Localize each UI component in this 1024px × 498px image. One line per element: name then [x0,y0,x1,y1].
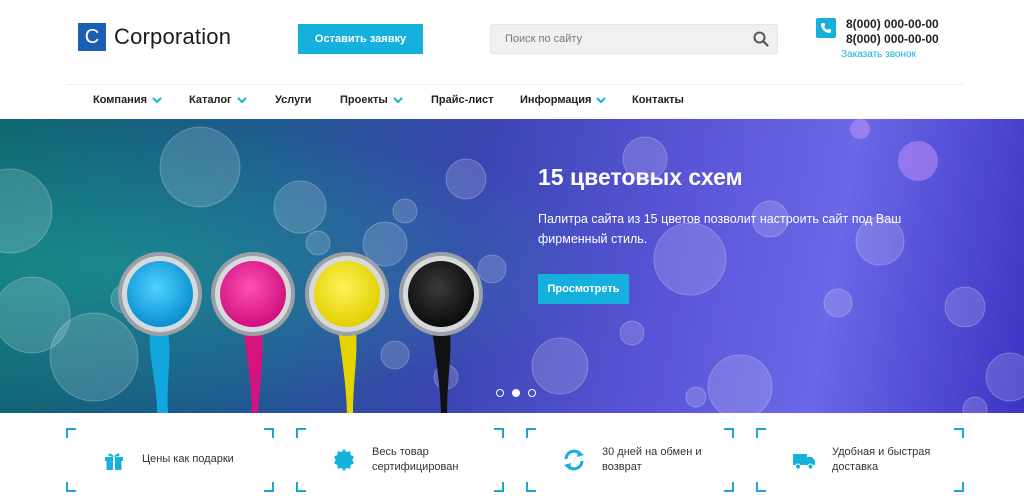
frame-corner [66,428,76,438]
phone-number[interactable]: 8(000) 000-00-00 [846,17,939,32]
view-button[interactable]: Просмотреть [538,274,629,304]
phone-number[interactable]: 8(000) 000-00-00 [846,32,939,47]
nav-item-catalog[interactable]: Каталог [189,94,247,106]
frame-corner [724,482,734,492]
slider-dot-active[interactable] [512,389,520,397]
nav-item-label: Каталог [189,94,232,106]
frame-corner [756,482,766,492]
nav-item-pricelist[interactable]: Прайс-лист [431,94,494,106]
frame-corner [724,428,734,438]
frame-corner [954,482,964,492]
logo-text: Corporation [114,24,232,49]
certificate-icon [334,449,354,471]
nav-item-label: Контакты [632,94,684,106]
nav-item-services[interactable]: Услуги [275,94,312,106]
hero-slider: 15 цветовых схем Палитра сайта из 15 цве… [0,119,1024,413]
feature-item: 30 дней на обмен и возврат [526,428,734,492]
truck-icon [793,454,815,470]
frame-corner [296,428,306,438]
hero-title: 15 цветовых схем [538,164,743,190]
frame-corner [954,428,964,438]
slider-dots [496,389,536,397]
search-icon[interactable] [753,31,769,47]
frame-corner [526,428,536,438]
chevron-down-icon [236,97,247,103]
frame-corner [756,428,766,438]
search-box [490,24,778,54]
gift-icon [105,453,123,470]
refresh-icon [564,449,584,471]
chevron-down-icon [393,97,403,103]
nav-item-label: Проекты [340,94,388,106]
nav-item-label: Информация [520,94,592,106]
phone-icon [816,18,836,38]
callback-link[interactable]: Заказать звонок [841,49,916,60]
slider-dot[interactable] [528,389,536,397]
nav-item-projects[interactable]: Проекты [340,94,403,106]
features-bar: Цены как подарки Весь товар сертифициров… [0,413,1024,498]
nav-item-info[interactable]: Информация [520,94,607,106]
feature-text: Цены как подарки [142,453,234,465]
nav-item-contacts[interactable]: Контакты [632,94,684,106]
frame-corner [296,482,306,492]
main-nav: Компания Каталог Услуги Проекты Прайс-ли… [0,85,1024,119]
frame-corner [66,482,76,492]
feature-text: Весь товар сертифицирован [372,446,459,473]
nav-item-label: Услуги [275,94,312,106]
feature-item: Цены как подарки [66,428,274,492]
slider-dot[interactable] [496,389,504,397]
feature-text: 30 дней на обмен и возврат [602,446,702,473]
chevron-down-icon [596,97,607,103]
feature-text: Удобная и быстрая доставка [832,446,931,473]
frame-corner [494,482,504,492]
hero-background-image [0,119,1024,413]
site-header: C Corporation Оставить заявку 8(000) 000… [0,0,1024,84]
feature-item: Удобная и быстрая доставка [756,428,964,492]
request-button[interactable]: Оставить заявку [298,24,423,54]
frame-corner [264,428,274,438]
search-input[interactable] [491,25,731,53]
frame-corner [526,482,536,492]
nav-item-company[interactable]: Компания [93,94,162,106]
nav-item-label: Компания [93,94,148,106]
hero-description: Палитра сайта из 15 цветов позволит наст… [538,212,902,246]
chevron-down-icon [152,97,162,103]
logo[interactable]: C Corporation [78,23,231,51]
logo-mark: C [78,23,106,51]
frame-corner [264,482,274,492]
frame-corner [494,428,504,438]
feature-item: Весь товар сертифицирован [296,428,504,492]
nav-item-label: Прайс-лист [431,94,494,106]
phone-numbers: 8(000) 000-00-00 8(000) 000-00-00 [846,17,939,47]
